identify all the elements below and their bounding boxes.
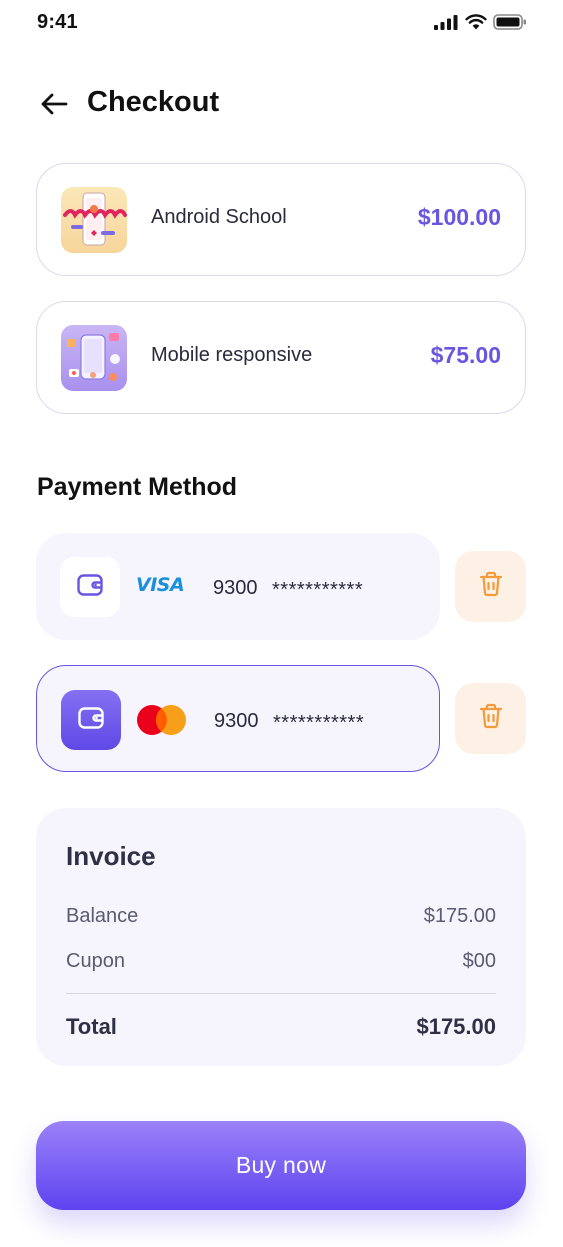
visa-logo: VISA — [136, 574, 185, 596]
balance-value: $175.00 — [423, 905, 496, 927]
balance-label: Balance — [66, 905, 139, 927]
invoice-divider — [66, 993, 496, 994]
trash-icon — [479, 703, 503, 734]
payment-card-visa[interactable]: VISA 9300 *********** — [36, 533, 440, 640]
course-thumbnail — [61, 325, 127, 391]
status-time: 9:41 — [37, 11, 78, 33]
payment-method-title: Payment Method — [37, 473, 238, 501]
card-mask: *********** — [272, 579, 364, 601]
buy-now-label: Buy now — [235, 1152, 327, 1178]
course-price: $75.00 — [430, 342, 501, 368]
page-title: Checkout — [87, 86, 220, 118]
mastercard-logo — [137, 704, 187, 741]
status-icons — [433, 14, 527, 30]
back-button[interactable] — [38, 90, 70, 122]
coupon-value: $00 — [462, 950, 496, 972]
wallet-icon — [77, 573, 103, 601]
status-bar: 9:41 — [0, 0, 563, 46]
total-label: Total — [66, 1014, 117, 1039]
course-price: $100.00 — [417, 204, 501, 230]
payment-card-mastercard[interactable]: 9300 *********** — [36, 665, 440, 772]
total-value: $175.00 — [416, 1014, 496, 1039]
invoice-title: Invoice — [66, 841, 156, 871]
card-last-digits: 9300 — [214, 710, 259, 732]
wallet-icon-box — [61, 690, 121, 750]
card-mask: *********** — [273, 712, 365, 734]
arrow-left-icon — [39, 92, 69, 121]
battery-icon — [493, 14, 527, 30]
buy-now-button[interactable]: Buy now — [36, 1121, 526, 1210]
trash-icon — [479, 571, 503, 602]
invoice-panel: Invoice Balance $175.00 Cupon $00 Total … — [36, 808, 526, 1066]
course-card-android-school[interactable]: Android School $100.00 — [36, 163, 526, 276]
wifi-icon — [465, 14, 487, 30]
delete-visa-button[interactable] — [455, 551, 526, 622]
coupon-label: Cupon — [66, 950, 125, 972]
course-thumbnail — [61, 187, 127, 253]
course-title: Mobile responsive — [151, 344, 313, 366]
wallet-icon — [78, 706, 104, 734]
wallet-icon-box — [60, 557, 120, 617]
course-title: Android School — [151, 206, 287, 228]
card-last-digits: 9300 — [213, 577, 258, 599]
delete-mastercard-button[interactable] — [455, 683, 526, 754]
signal-icon — [433, 14, 459, 30]
course-card-mobile-responsive[interactable]: Mobile responsive $75.00 — [36, 301, 526, 414]
